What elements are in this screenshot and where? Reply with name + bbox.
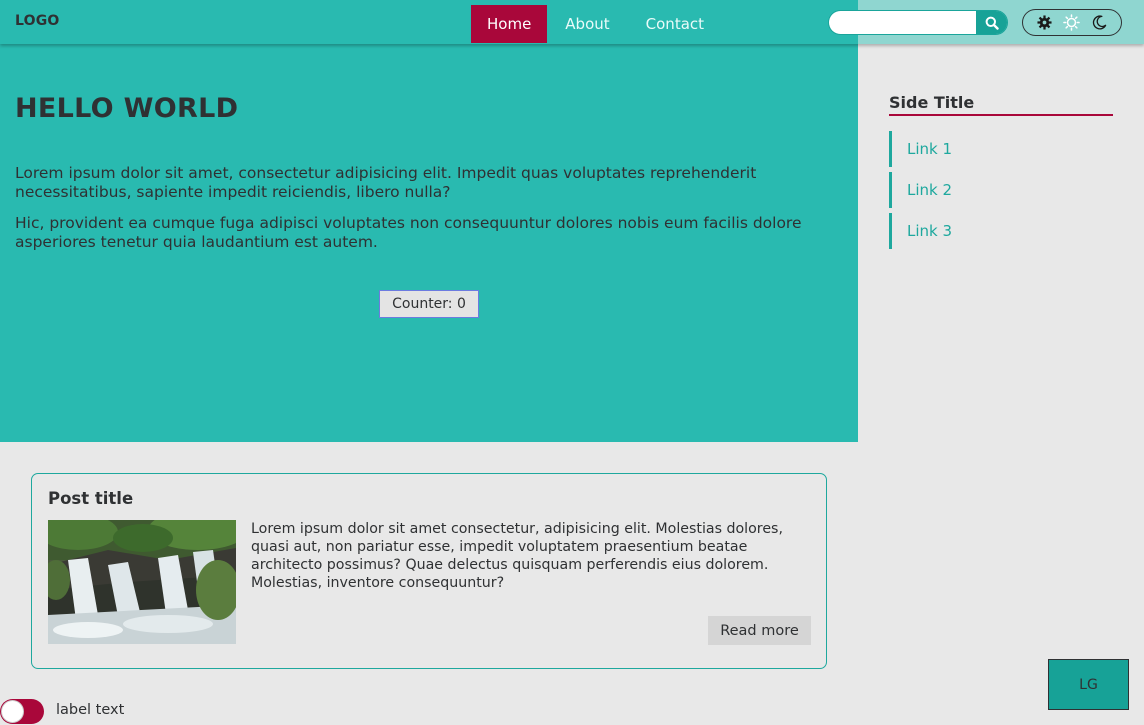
toggle-label: label text: [56, 702, 125, 718]
sidebar-link-1[interactable]: Link 1: [889, 131, 952, 167]
toggle-knob: [1, 700, 24, 723]
nav-home[interactable]: Home: [471, 5, 548, 43]
read-more-button[interactable]: Read more: [708, 616, 811, 645]
gear-icon: [1037, 15, 1052, 30]
sidebar-link-3[interactable]: Link 3: [889, 213, 952, 249]
theme-switcher: [1022, 9, 1122, 36]
search-bar: [828, 10, 1008, 35]
hero-title: HELLO WORLD: [15, 93, 239, 124]
search-input[interactable]: [829, 11, 976, 34]
sidebar-links: Link 1 Link 2 Link 3: [889, 131, 952, 254]
search-icon: [985, 16, 999, 30]
post-card: Post title Lorem ipsum dolor sit amet co…: [31, 473, 827, 669]
main-nav: Home About Contact: [471, 5, 722, 43]
nav-about[interactable]: About: [547, 5, 627, 43]
logo[interactable]: LOGO: [15, 13, 60, 29]
lg-button[interactable]: LG: [1048, 659, 1129, 710]
hero-paragraph-2: Hic, provident ea cumque fuga adipisci v…: [15, 214, 802, 251]
post-image: [48, 520, 236, 644]
nav-contact[interactable]: Contact: [628, 5, 722, 43]
toggle-switch[interactable]: [0, 699, 44, 724]
top-navbar: LOGO Home About Contact: [0, 0, 1144, 44]
hero-paragraph-1: Lorem ipsum dolor sit amet, consectetur …: [15, 164, 757, 201]
sidebar-title: Side Title: [889, 93, 1113, 116]
theme-auto-option[interactable]: [1036, 14, 1054, 32]
theme-light-option[interactable]: [1063, 14, 1081, 32]
hero-section: HELLO WORLD Lorem ipsum dolor sit amet, …: [0, 44, 858, 442]
post-title: Post title: [48, 489, 134, 508]
theme-dark-option[interactable]: [1090, 14, 1108, 32]
waterfall-image: [48, 520, 236, 644]
post-excerpt: Lorem ipsum dolor sit amet consectetur, …: [251, 521, 783, 591]
sidebar-link-2[interactable]: Link 2: [889, 172, 952, 208]
sun-icon: [1063, 14, 1081, 31]
moon-icon: [1092, 15, 1107, 30]
counter-button[interactable]: Counter: 0: [379, 290, 479, 318]
search-button[interactable]: [976, 11, 1007, 34]
